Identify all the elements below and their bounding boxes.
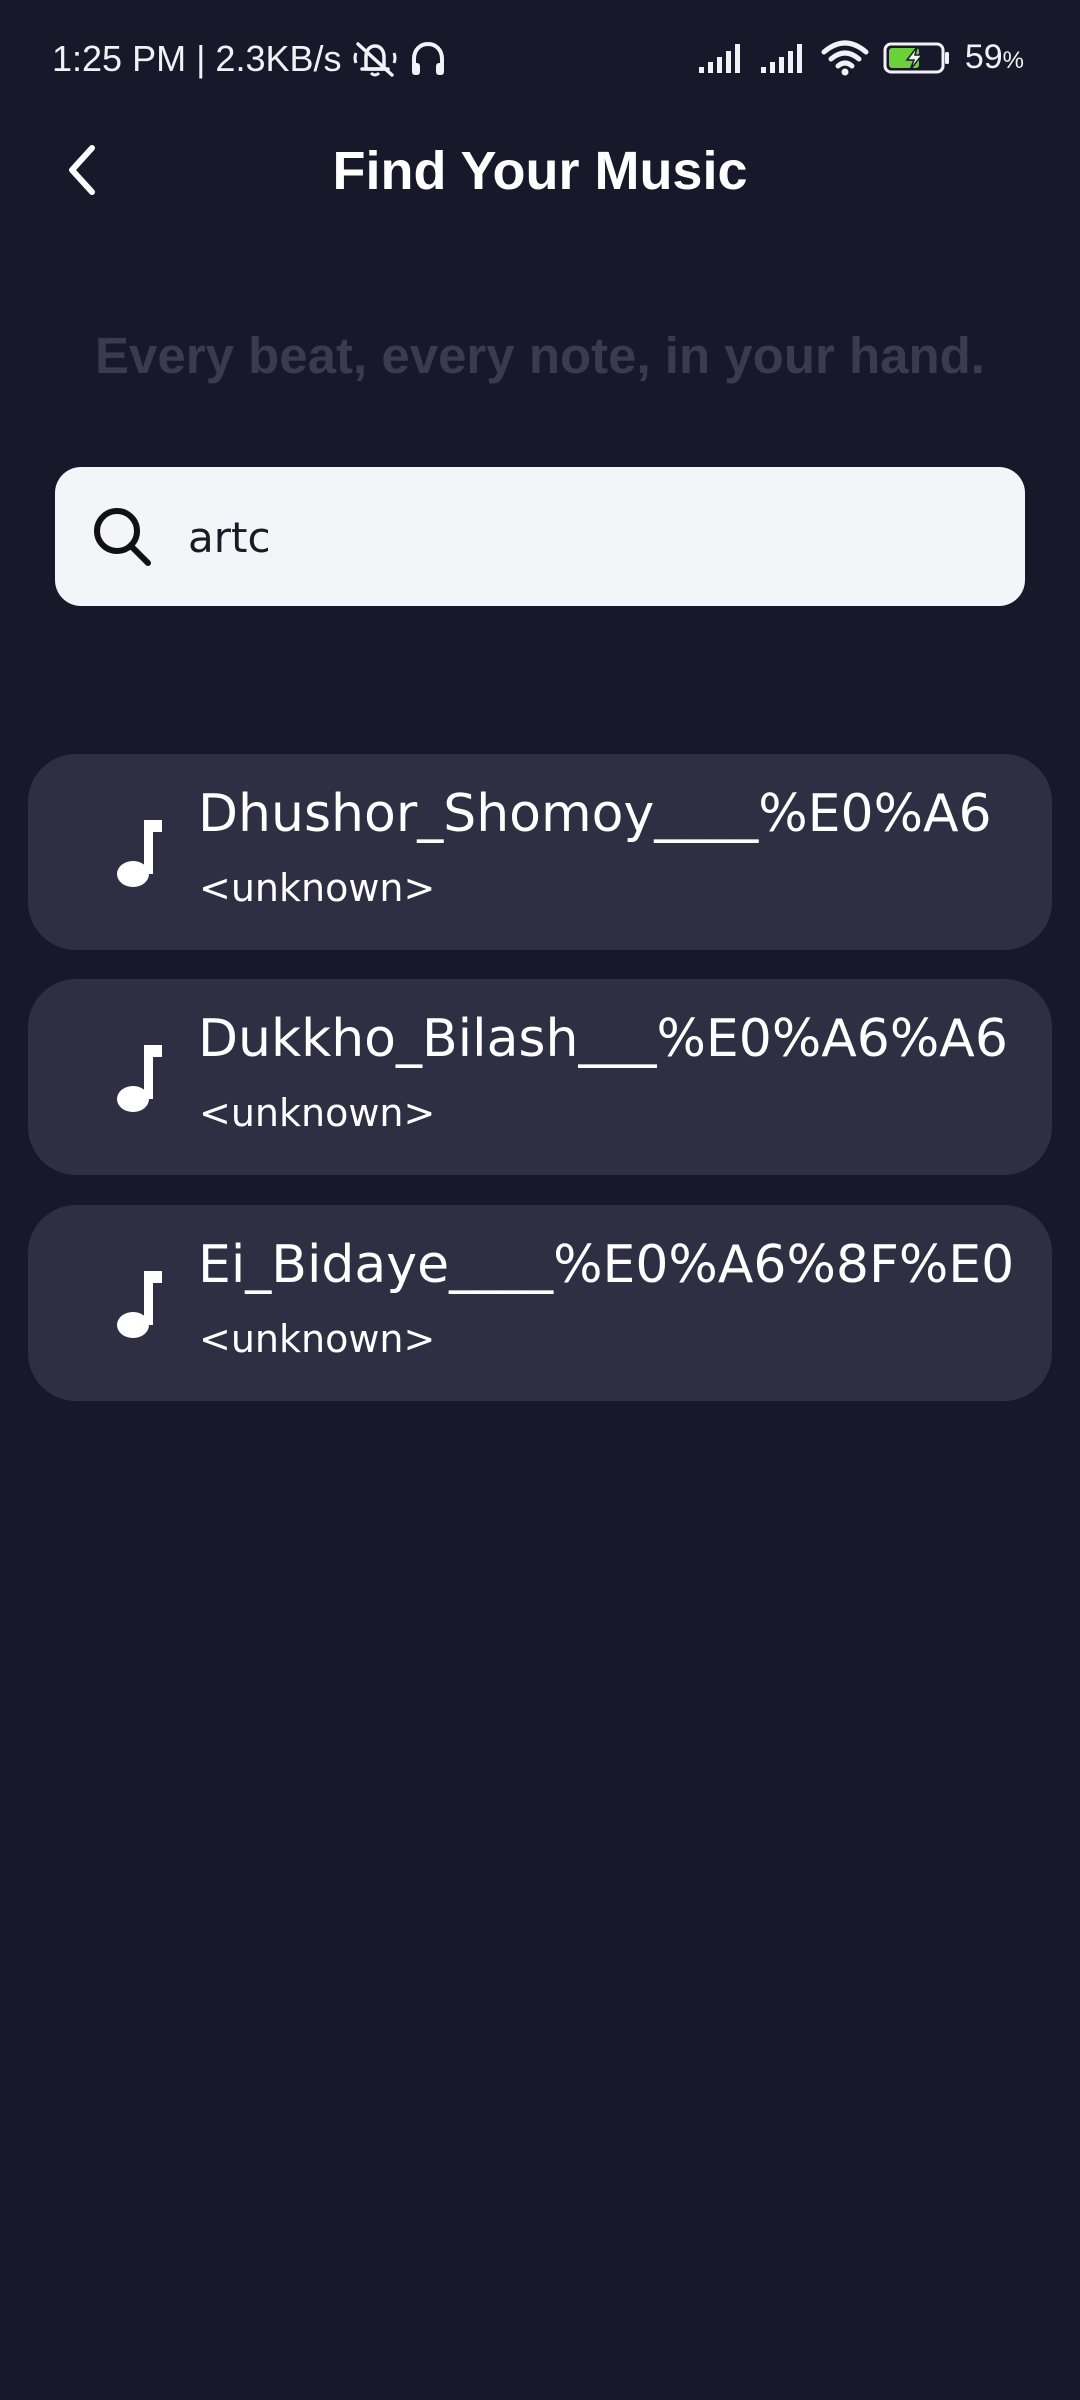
music-note-icon: [117, 1271, 162, 1338]
battery-percent: 59%: [964, 38, 1024, 76]
list-item[interactable]: Dhushor_Shomoy____%E0%A6 <unknown>: [28, 754, 1052, 950]
song-title: Ei_Bidaye____%E0%A6%8F%E0: [198, 1235, 1015, 1295]
battery-charging-icon: [883, 41, 951, 75]
song-artist: <unknown>: [199, 1317, 436, 1361]
status-time-speed: 1:25 PM | 2.3KB/s: [52, 38, 342, 79]
page-title: Find Your Music: [332, 141, 748, 201]
status-right: 59%: [697, 38, 1024, 77]
signal-icon: [697, 41, 745, 75]
tagline: Every beat, every note, in your hand.: [95, 327, 985, 384]
search-box[interactable]: [55, 467, 1025, 606]
header: Find Your Music: [0, 124, 1080, 216]
list-item[interactable]: Dukkho_Bilash___%E0%A6%A6 <unknown>: [28, 979, 1052, 1175]
music-note-icon: [117, 1045, 162, 1112]
headphones-icon: [408, 39, 448, 79]
song-title: Dhushor_Shomoy____%E0%A6: [198, 784, 992, 844]
signal-icon: [759, 41, 807, 75]
wifi-icon: [821, 40, 869, 76]
song-artist: <unknown>: [199, 866, 436, 910]
status-left: 1:25 PM | 2.3KB/s: [52, 38, 448, 80]
song-artist: <unknown>: [199, 1091, 436, 1135]
search-icon: [94, 508, 151, 566]
search-input[interactable]: [188, 497, 988, 577]
list-item[interactable]: Ei_Bidaye____%E0%A6%8F%E0 <unknown>: [28, 1205, 1052, 1401]
music-note-icon: [117, 820, 162, 887]
notifications-off-icon: [352, 39, 398, 79]
status-bar: 1:25 PM | 2.3KB/s 59%: [0, 0, 1080, 124]
song-title: Dukkho_Bilash___%E0%A6%A6: [198, 1009, 1008, 1069]
